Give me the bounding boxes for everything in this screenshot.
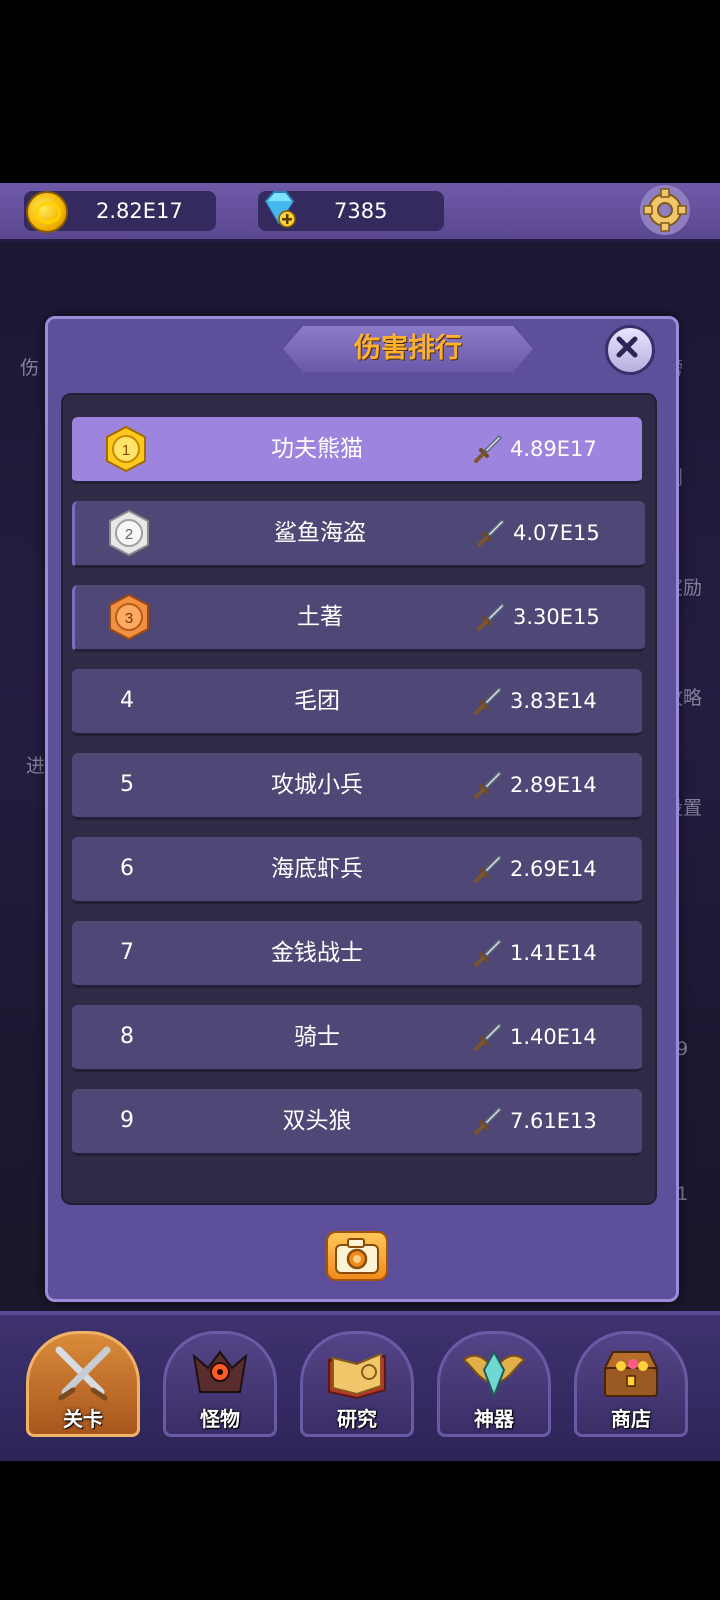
damage-value: 2.89E14 bbox=[510, 773, 597, 797]
ranking-row[interactable]: 7 金钱战士 1.41E14 bbox=[72, 921, 642, 988]
resource-bar: 2.82E17 7385 bbox=[0, 183, 720, 242]
rank-number: 8 bbox=[120, 1024, 134, 1049]
coin-amount: 2.82E17 bbox=[96, 199, 183, 223]
close-button[interactable] bbox=[605, 325, 655, 375]
nav-label: 商店 bbox=[611, 1407, 651, 1431]
sword-icon bbox=[474, 1106, 503, 1135]
nav-artifact-button[interactable]: 神器 bbox=[437, 1331, 551, 1437]
nav-research-button[interactable]: 研究 bbox=[300, 1331, 414, 1437]
rank-number: 9 bbox=[120, 1108, 134, 1133]
damage-value: 1.40E14 bbox=[510, 1025, 597, 1049]
ranking-row[interactable]: 9 双头狼 7.61E13 bbox=[72, 1089, 642, 1156]
sword-icon bbox=[474, 938, 503, 967]
diamond-plus-icon[interactable] bbox=[262, 189, 296, 229]
rank-number: 5 bbox=[120, 772, 134, 797]
rank-number: 7 bbox=[120, 940, 134, 965]
damage-value: 2.69E14 bbox=[510, 857, 597, 881]
gem-amount: 7385 bbox=[334, 199, 388, 223]
ranking-row[interactable]: 3 土著 3.30E15 bbox=[72, 585, 645, 652]
nav-label: 怪物 bbox=[200, 1407, 240, 1431]
player-name: 毛团 bbox=[294, 688, 340, 714]
game-screen: 伤 进 榜 利 奖励 攻略 设置 39 01 2.82E17 7385 bbox=[0, 183, 720, 1461]
rank-number: 4 bbox=[120, 688, 134, 713]
ranking-row[interactable]: 2 鲨鱼海盗 4.07E15 bbox=[72, 501, 645, 568]
sword-icon bbox=[474, 686, 503, 715]
svg-text:2: 2 bbox=[125, 526, 133, 543]
damage-value: 3.83E14 bbox=[510, 689, 597, 713]
player-name: 海底虾兵 bbox=[271, 856, 363, 882]
player-name: 土著 bbox=[297, 604, 343, 630]
camera-icon bbox=[335, 1238, 379, 1274]
bronze-medal-icon: 3 bbox=[109, 593, 149, 641]
ranking-row[interactable]: 6 海底虾兵 2.69E14 bbox=[72, 837, 642, 904]
ranking-row[interactable]: 5 攻城小兵 2.89E14 bbox=[72, 753, 642, 820]
nav-shop-button[interactable]: 商店 bbox=[574, 1331, 688, 1437]
sword-icon bbox=[474, 854, 503, 883]
modal-title: 伤害排行 bbox=[354, 333, 462, 364]
player-name: 双头狼 bbox=[282, 1108, 352, 1134]
damage-value: 4.07E15 bbox=[513, 521, 600, 545]
nav-label: 研究 bbox=[337, 1407, 377, 1431]
settings-gear-icon[interactable] bbox=[640, 185, 690, 235]
nav-monster-button[interactable]: 怪物 bbox=[163, 1331, 277, 1437]
ranking-list[interactable]: 1 功夫熊猫 4.89E17 2 鲨鱼海盗 4.07E15 3 土著 3.30E… bbox=[61, 393, 657, 1205]
player-name: 金钱战士 bbox=[271, 940, 363, 966]
damage-ranking-modal: 伤害排行 1 功夫熊猫 4.89E17 2 鲨鱼海盗 4.07E15 3 土著 … bbox=[45, 316, 679, 1302]
bottom-navigation: 关卡 怪物 研究 神器 商店 bbox=[0, 1311, 720, 1461]
gold-medal-icon: 1 bbox=[106, 425, 146, 473]
nav-label: 神器 bbox=[474, 1407, 514, 1431]
nav-label: 关卡 bbox=[63, 1407, 103, 1431]
ranking-row[interactable]: 4 毛团 3.83E14 bbox=[72, 669, 642, 736]
sword-icon bbox=[474, 1022, 503, 1051]
svg-text:1: 1 bbox=[122, 442, 130, 459]
ranking-row[interactable]: 8 骑士 1.40E14 bbox=[72, 1005, 642, 1072]
sword-icon bbox=[474, 434, 503, 463]
player-name: 功夫熊猫 bbox=[271, 436, 363, 462]
modal-title-banner: 伤害排行 bbox=[283, 326, 533, 372]
ranking-row[interactable]: 1 功夫熊猫 4.89E17 bbox=[72, 417, 642, 484]
damage-value: 7.61E13 bbox=[510, 1109, 597, 1133]
nav-stage-button[interactable]: 关卡 bbox=[26, 1331, 140, 1437]
player-name: 攻城小兵 bbox=[271, 772, 363, 798]
sword-icon bbox=[477, 518, 506, 547]
gold-coin-icon bbox=[26, 191, 68, 233]
screenshot-button[interactable] bbox=[326, 1231, 388, 1281]
crossed-swords-icon bbox=[55, 1346, 111, 1401]
damage-value: 4.89E17 bbox=[510, 437, 597, 461]
winged-gem-icon bbox=[462, 1349, 526, 1399]
treasure-chest-icon bbox=[603, 1351, 659, 1397]
close-icon bbox=[616, 336, 638, 358]
book-icon bbox=[328, 1352, 386, 1400]
rank-number: 6 bbox=[120, 856, 134, 881]
monster-icon bbox=[192, 1350, 248, 1393]
silver-medal-icon: 2 bbox=[109, 509, 149, 557]
damage-value: 1.41E14 bbox=[510, 941, 597, 965]
damage-value: 3.30E15 bbox=[513, 605, 600, 629]
player-name: 鲨鱼海盗 bbox=[274, 520, 366, 546]
sword-icon bbox=[477, 602, 506, 631]
player-name: 骑士 bbox=[294, 1024, 340, 1050]
svg-text:3: 3 bbox=[125, 610, 133, 627]
sword-icon bbox=[474, 770, 503, 799]
